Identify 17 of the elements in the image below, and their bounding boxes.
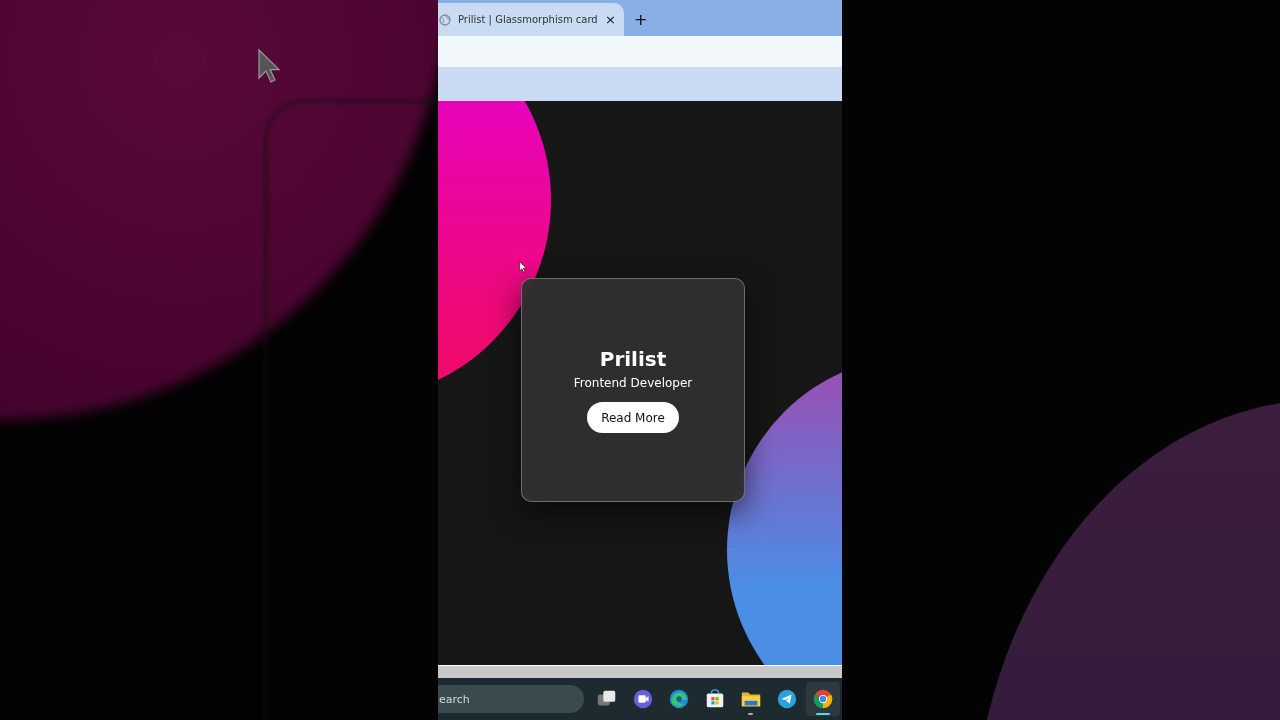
circular-logo-icon [811,688,834,710]
taskbar-app-button[interactable] [806,682,840,716]
close-tab-button[interactable]: × [605,12,616,27]
new-tab-button[interactable]: + [634,10,648,29]
video-camera-icon[interactable] [631,688,654,710]
card-title: Prilist [599,347,667,371]
paper-plane-icon[interactable] [775,688,798,710]
swirl-logo-icon[interactable] [667,688,690,710]
horizontal-scrollbar[interactable] [438,665,842,678]
globe-icon [439,13,451,26]
tab-title: Prilist | Glassmorphism card [458,14,599,25]
browser-tab[interactable]: Prilist | Glassmorphism card × [438,3,624,36]
mouse-cursor-icon [519,261,527,273]
search-field[interactable]: earch [438,685,584,713]
mouse-cursor-icon [256,48,282,84]
card-subtitle: Frontend Developer [573,376,693,390]
read-more-button[interactable]: Read More [587,402,679,433]
